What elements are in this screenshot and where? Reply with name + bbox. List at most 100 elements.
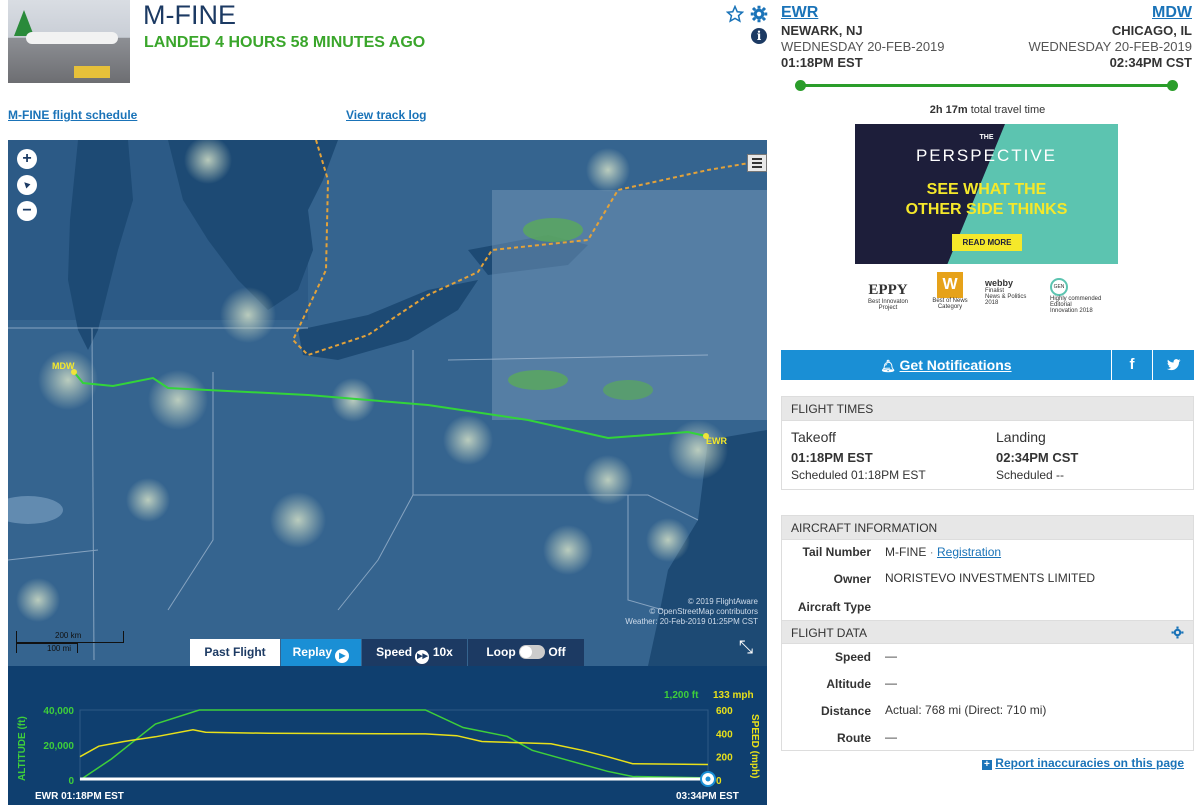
loop-state: Off — [548, 645, 566, 659]
map-label-ewr[interactable]: EWR — [706, 436, 727, 446]
progress-start-dot — [795, 80, 806, 91]
tab-past-flight[interactable]: Past Flight — [190, 639, 280, 666]
ad-award-gen-name: GEN — [1050, 278, 1068, 296]
origin-city: NEWARK, NJ — [781, 23, 863, 38]
ad-award-eppy-line2: Project — [878, 305, 898, 311]
chart-left-tick: 40,000 — [43, 706, 74, 717]
get-notifications-button[interactable]: 🔔︎ Get Notifications — [781, 350, 1111, 380]
owner-label: Owner — [833, 572, 871, 586]
speed-label: Speed — [834, 650, 871, 664]
ad-award-w-line2: Category — [937, 304, 963, 310]
speed-value: — — [885, 649, 897, 663]
track-log-link[interactable]: View track log — [346, 108, 426, 122]
twitter-icon — [1166, 359, 1180, 371]
fast-forward-icon: ▶▶ — [415, 650, 430, 664]
chart-current-altitude: 1,200 ft — [664, 690, 699, 701]
star-icon[interactable] — [726, 5, 744, 23]
map-credit-flightaware: © 2019 FlightAware — [687, 597, 758, 606]
flight-schedule-link[interactable]: M-FINE flight schedule — [8, 108, 137, 122]
report-link-label: Report inaccuracies on this page — [995, 756, 1184, 770]
flight-times-panel: FLIGHT TIMES Takeoff 01:18PM EST Schedul… — [781, 396, 1194, 490]
flight-status: LANDED 4 HOURS 58 MINUTES AGO — [144, 34, 426, 51]
scale-bar-km: 200 km — [16, 631, 124, 643]
facebook-button[interactable]: f — [1111, 350, 1152, 380]
chart-ylabel-right: SPEED (mph) — [749, 714, 760, 779]
aircraft-type-label: Aircraft Type — [797, 600, 871, 614]
destination-time: 02:34PM CST — [1109, 55, 1192, 70]
ad-award-webby-line3: 2018 — [985, 300, 999, 306]
report-inaccuracies[interactable]: + Report inaccuracies on this page — [981, 756, 1184, 770]
ad-brand-top: THE — [979, 134, 994, 141]
chart-right-tick: 400 — [716, 729, 733, 740]
ad-brand: PERSPECTIVE — [915, 146, 1058, 165]
landing-time: 02:34PM CST — [996, 450, 1079, 465]
route-label: Route — [837, 731, 871, 745]
flight-data-header: FLIGHT DATA — [782, 620, 1193, 644]
tail-separator: · — [929, 545, 934, 559]
ad-award-gen-line3: Innovation 2018 — [1050, 308, 1093, 314]
flight-data-gear-icon[interactable] — [1171, 626, 1184, 639]
replay-label: Replay — [292, 645, 332, 659]
zoom-out-button[interactable]: − — [17, 201, 37, 221]
chart-right-tick: 200 — [716, 753, 733, 764]
destination-code[interactable]: MDW — [1152, 4, 1192, 22]
info-icon[interactable]: i — [751, 28, 767, 44]
tail-number-value: M-FINE — [885, 545, 927, 559]
ad-award-w: W Best of News Category — [927, 272, 973, 310]
twitter-button[interactable] — [1152, 350, 1194, 380]
distance-label: Distance — [820, 704, 871, 718]
origin-code[interactable]: EWR — [781, 4, 818, 22]
ad-award-eppy-name: EPPY — [868, 282, 908, 298]
altitude-value: — — [885, 676, 897, 690]
travel-time-value: 2h 17m — [929, 104, 968, 116]
aircraft-panel: AIRCRAFT INFORMATION Tail Number M-FINE … — [781, 515, 1194, 751]
ad-headline-1: SEE WHAT THE — [926, 181, 1047, 198]
chart-ylabel-left: ALTITUDE (ft) — [17, 716, 28, 781]
gear-icon[interactable] — [750, 5, 768, 23]
speed-control[interactable]: Speed ▶▶ 10x — [362, 639, 467, 666]
chart-playhead-center — [705, 776, 711, 782]
lake-michigan — [68, 140, 133, 350]
chart-canvas: 40,000 20,000 0 600 400 200 0 — [43, 706, 733, 787]
advertisement[interactable]: THE PERSPECTIVE SEE WHAT THE OTHER SIDE … — [855, 124, 1118, 343]
get-notifications-label: Get Notifications — [899, 357, 1012, 373]
flight-map[interactable]: MDW EWR + ▲ − 200 km 100 mi © 2019 Fligh… — [8, 140, 767, 666]
chart-xlabel-start: EWR 01:18PM EST — [35, 791, 124, 802]
layers-toggle[interactable] — [747, 154, 767, 172]
registration-link[interactable]: Registration — [937, 545, 1001, 559]
destination-date: WEDNESDAY 20-FEB-2019 — [1028, 39, 1192, 54]
ad-headline-2: OTHER SIDE THINKS — [905, 201, 1068, 218]
origin-time: 01:18PM EST — [781, 55, 863, 70]
tail-number-label: Tail Number — [802, 545, 871, 559]
altitude-line — [79, 709, 709, 781]
ad-cta-button[interactable]: READ MORE — [952, 234, 1022, 251]
speed-label: Speed — [376, 645, 413, 659]
map-credit-weather: Weather: 20-Feb-2019 01:25PM CST — [625, 617, 758, 626]
chart-right-tick: 600 — [716, 706, 733, 717]
plus-square-icon: + — [981, 760, 992, 770]
landing-scheduled: Scheduled -- — [996, 468, 1065, 482]
aircraft-photo[interactable] — [8, 0, 130, 83]
aircraft-header: AIRCRAFT INFORMATION — [782, 516, 1193, 540]
travel-time: 2h 17m total travel time — [781, 104, 1194, 116]
replay-button[interactable]: Replay ▶ — [281, 639, 361, 666]
ad-award-w-name: W — [937, 272, 963, 298]
loop-toggle[interactable] — [519, 645, 545, 659]
ground-vehicle — [74, 66, 110, 78]
progress-end-dot — [1167, 80, 1178, 91]
chart-current-speed: 133 mph — [713, 690, 754, 701]
altitude-speed-chart[interactable]: 40,000 20,000 0 600 400 200 0 ALTITUDE (ft) SP… — [8, 666, 767, 805]
chart-right-tick: 0 — [716, 776, 722, 787]
zoom-in-button[interactable]: + — [17, 149, 37, 169]
map-label-mdw[interactable]: MDW — [52, 361, 75, 371]
destination-city: CHICAGO, IL — [1111, 23, 1192, 38]
scale-km-label: 200 km — [55, 631, 82, 640]
progress-bar — [800, 84, 1173, 87]
chart-left-tick: 20,000 — [43, 741, 74, 752]
speed-value: 10x — [432, 645, 453, 659]
collapse-icon[interactable]: ⤡ — [735, 636, 757, 658]
loop-control[interactable]: Loop Off — [468, 639, 584, 666]
ad-award-webby: webby Finalist News & Politics 2018 — [985, 278, 1041, 306]
aircraft-fuselage — [26, 32, 118, 44]
takeoff-scheduled: Scheduled 01:18PM EST — [791, 468, 926, 482]
